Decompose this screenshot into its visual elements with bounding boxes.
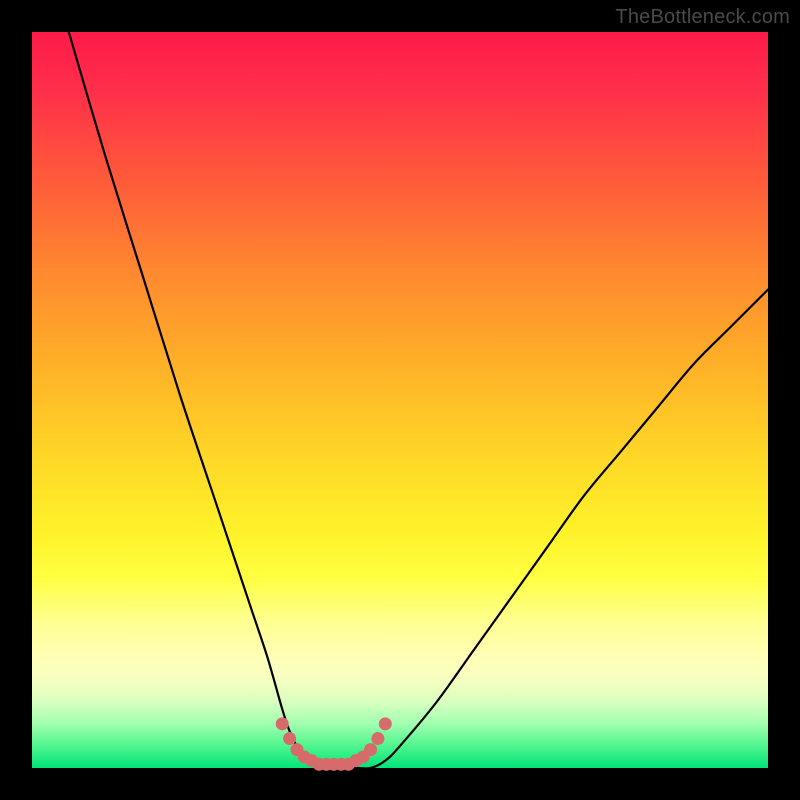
marker-dot (371, 732, 384, 745)
marker-dot (364, 743, 377, 756)
bottleneck-curve-path (69, 32, 768, 769)
curve-svg (32, 32, 768, 768)
marker-dot (276, 717, 289, 730)
marker-dot (379, 717, 392, 730)
plot-area (32, 32, 768, 768)
chart-frame: TheBottleneck.com (0, 0, 800, 800)
watermark-text: TheBottleneck.com (615, 6, 790, 29)
optimal-zone-markers (276, 717, 392, 770)
marker-dot (283, 732, 296, 745)
